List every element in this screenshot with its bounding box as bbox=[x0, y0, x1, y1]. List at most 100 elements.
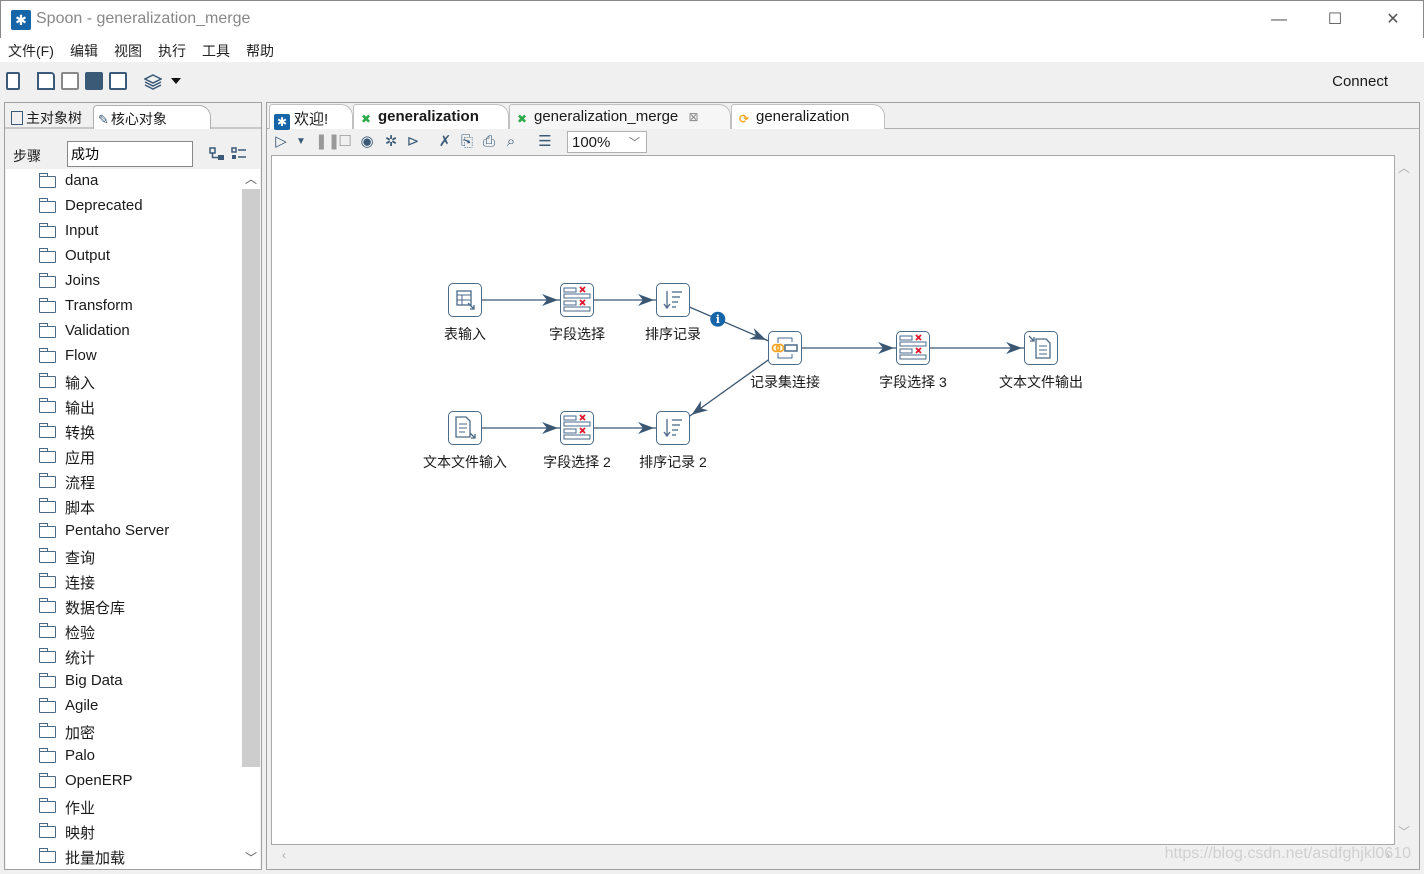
tree-item[interactable]: Transform bbox=[6, 294, 242, 319]
tree-item[interactable]: Big Data bbox=[6, 669, 242, 694]
tree-item[interactable]: 加密 bbox=[6, 719, 242, 744]
step-table-input[interactable] bbox=[448, 283, 482, 317]
steps-search-input[interactable] bbox=[67, 141, 193, 167]
tree-item[interactable]: Joins bbox=[6, 269, 242, 294]
tree-item[interactable]: Validation bbox=[6, 319, 242, 344]
scroll-up-icon[interactable]: ︿ bbox=[242, 170, 260, 188]
folder-icon bbox=[38, 273, 56, 288]
explore-repository-icon[interactable] bbox=[61, 72, 79, 90]
maximize-button[interactable]: ☐ bbox=[1315, 7, 1355, 33]
layers-icon[interactable] bbox=[144, 73, 162, 91]
verify-icon[interactable]: ✗ bbox=[437, 134, 453, 150]
zoom-select[interactable]: 100% ﹀ bbox=[567, 131, 647, 153]
tree-item[interactable]: 映射 bbox=[6, 819, 242, 844]
tree-scrollbar-thumb[interactable] bbox=[242, 189, 260, 767]
job-icon: ⟳ bbox=[738, 112, 750, 126]
close-tab-icon[interactable]: ⊠ bbox=[688, 110, 698, 124]
tree-item[interactable]: Output bbox=[6, 244, 242, 269]
new-file-icon[interactable] bbox=[6, 72, 20, 90]
select-values-icon bbox=[560, 411, 594, 450]
canvas-toolbar: ▷ ▼ ❚❚ ☐ ◉ ✲ ⊳ ✗ ⎘ ⎙ ⌕ ☰ 100% ﹀ bbox=[267, 130, 1419, 154]
explore-db-icon[interactable]: ⌕ bbox=[503, 134, 519, 150]
text-file-input-icon bbox=[448, 411, 482, 450]
tab-core-objects[interactable]: ✎ 核心对象 bbox=[93, 105, 211, 129]
step-sort-rows[interactable] bbox=[656, 283, 690, 317]
close-button[interactable]: ✕ bbox=[1373, 7, 1413, 33]
step-text-file-output[interactable] bbox=[1024, 331, 1058, 365]
run-dropdown-icon[interactable]: ▼ bbox=[293, 134, 309, 150]
canvas-scroll-down-icon[interactable]: ﹀ bbox=[1395, 823, 1413, 841]
tree-item[interactable]: 批量加载 bbox=[6, 844, 242, 869]
open-file-icon[interactable] bbox=[37, 72, 55, 90]
tab-welcome[interactable]: ✱ 欢迎! bbox=[269, 104, 353, 130]
tree-item[interactable]: 统计 bbox=[6, 644, 242, 669]
dropdown-arrow-icon[interactable] bbox=[171, 78, 181, 84]
pause-icon[interactable]: ❚❚ bbox=[315, 134, 340, 150]
tree-item-label: Flow bbox=[65, 347, 97, 364]
transformation-canvas[interactable]: i 表输入 字段选择 排序记录 记录集连接 字段选择 3 文本文件输出 文本文件输入 字段选择… bbox=[271, 155, 1395, 845]
folder-icon bbox=[38, 573, 56, 588]
tree-item[interactable]: Deprecated bbox=[6, 194, 242, 219]
tree-item[interactable]: 转换 bbox=[6, 419, 242, 444]
tree-item[interactable]: OpenERP bbox=[6, 769, 242, 794]
expand-all-icon[interactable] bbox=[231, 147, 247, 161]
tree-item-label: Validation bbox=[65, 322, 130, 339]
tree-scrollbar[interactable]: ︿ ﹀ bbox=[242, 169, 260, 869]
debug-icon[interactable]: ✲ bbox=[383, 134, 399, 150]
tree-item[interactable]: Flow bbox=[6, 344, 242, 369]
save-icon[interactable] bbox=[85, 72, 103, 90]
tree-item[interactable]: 输入 bbox=[6, 369, 242, 394]
collapse-all-icon[interactable] bbox=[209, 147, 225, 161]
tree-item[interactable]: 检验 bbox=[6, 619, 242, 644]
tree-item[interactable]: 作业 bbox=[6, 794, 242, 819]
tree-item[interactable]: Agile bbox=[6, 694, 242, 719]
folder-icon bbox=[38, 473, 56, 488]
step-merge-join[interactable] bbox=[768, 331, 802, 365]
impact-icon[interactable]: ⎘ bbox=[459, 134, 475, 150]
menu-view[interactable]: 视图 bbox=[114, 41, 142, 61]
tree-item[interactable]: 连接 bbox=[6, 569, 242, 594]
tab-core-objects-label: 核心对象 bbox=[110, 111, 167, 127]
tree-item[interactable]: 输出 bbox=[6, 394, 242, 419]
sql-icon[interactable]: ⎙ bbox=[481, 134, 497, 150]
canvas-vertical-scrollbar[interactable]: ︿ ﹀ bbox=[1395, 155, 1415, 845]
minimize-button[interactable]: — bbox=[1259, 7, 1299, 33]
step-select-values-3[interactable] bbox=[896, 331, 930, 365]
step-select-values-2[interactable] bbox=[560, 411, 594, 445]
run-icon[interactable]: ▷ bbox=[273, 134, 289, 150]
tree-item[interactable]: dana bbox=[6, 169, 242, 194]
stop-icon[interactable]: ☐ bbox=[337, 134, 353, 150]
menu-help[interactable]: 帮助 bbox=[246, 41, 274, 61]
replay-icon[interactable]: ⊳ bbox=[405, 134, 421, 150]
tab-generalization-job[interactable]: ⟳ generalization bbox=[731, 104, 885, 129]
tree-item[interactable]: 数据仓库 bbox=[6, 594, 242, 619]
folder-icon bbox=[38, 398, 56, 413]
menu-tools[interactable]: 工具 bbox=[202, 41, 230, 61]
tree-item[interactable]: 流程 bbox=[6, 469, 242, 494]
step-select-values[interactable] bbox=[560, 283, 594, 317]
step-sort-rows-2[interactable] bbox=[656, 411, 690, 445]
scroll-down-icon[interactable]: ﹀ bbox=[242, 849, 260, 867]
tree-item[interactable]: 脚本 bbox=[6, 494, 242, 519]
tree-item-label: Agile bbox=[65, 697, 99, 714]
tree-item[interactable]: Pentaho Server bbox=[6, 519, 242, 544]
step-text-file-input[interactable] bbox=[448, 411, 482, 445]
pencil-icon: ✎ bbox=[98, 112, 109, 127]
folder-icon bbox=[38, 348, 56, 363]
tree-item[interactable]: Input bbox=[6, 219, 242, 244]
menu-file[interactable]: 文件(F) bbox=[8, 41, 54, 61]
show-results-icon[interactable]: ☰ bbox=[537, 134, 553, 150]
save-as-icon[interactable] bbox=[109, 72, 127, 90]
tree-item[interactable]: 查询 bbox=[6, 544, 242, 569]
preview-icon[interactable]: ◉ bbox=[359, 134, 375, 150]
tab-main-tree[interactable]: 主对象树 bbox=[7, 105, 93, 129]
tab-generalization-merge[interactable]: ✖ generalization_merge ⊠ bbox=[509, 104, 731, 129]
tree-item[interactable]: Palo bbox=[6, 744, 242, 769]
menu-edit[interactable]: 编辑 bbox=[70, 41, 98, 61]
connect-button[interactable]: Connect bbox=[1332, 73, 1388, 90]
tree-item[interactable]: 应用 bbox=[6, 444, 242, 469]
menu-run[interactable]: 执行 bbox=[158, 41, 186, 61]
canvas-scroll-up-icon[interactable]: ︿ bbox=[1395, 159, 1413, 177]
canvas-scroll-left-icon[interactable]: ‹ bbox=[275, 846, 293, 864]
tab-generalization[interactable]: ✖ generalization bbox=[353, 104, 509, 129]
